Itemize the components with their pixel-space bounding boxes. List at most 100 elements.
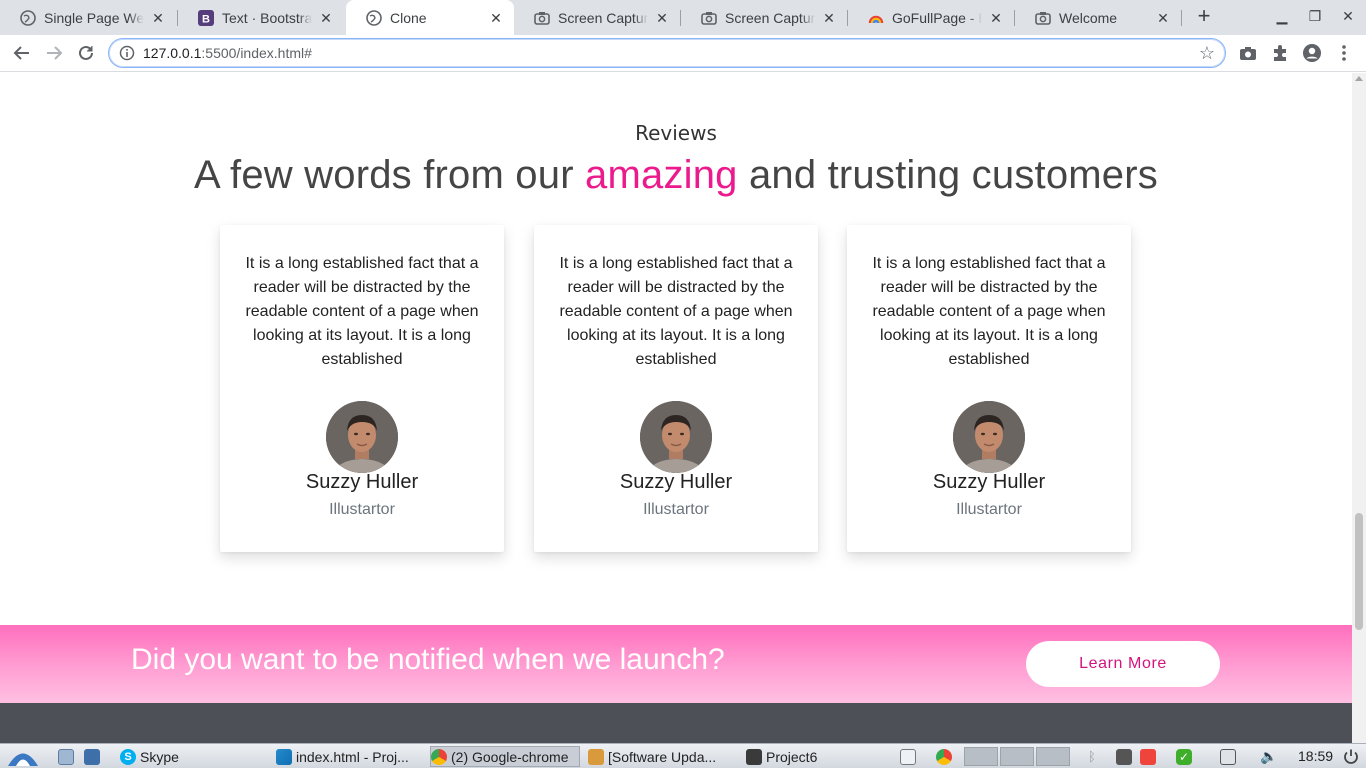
bookmark-star-icon[interactable]: ☆ bbox=[1199, 43, 1215, 64]
workspace-1[interactable] bbox=[964, 747, 998, 766]
reload-icon[interactable] bbox=[74, 41, 98, 65]
display-icon[interactable] bbox=[1220, 746, 1240, 767]
network-manager-icon[interactable] bbox=[84, 746, 104, 767]
gofullpage-icon bbox=[868, 10, 884, 26]
os-taskbar: S Skype index.html - Proj... (2) Google-… bbox=[0, 743, 1366, 768]
camera-icon bbox=[534, 10, 550, 26]
update-check-icon[interactable]: ✓ bbox=[1176, 746, 1196, 767]
review-card: It is a long established fact that a rea… bbox=[847, 225, 1131, 552]
screenshot-camera-icon[interactable] bbox=[1238, 43, 1258, 63]
workspace-2[interactable] bbox=[1000, 747, 1034, 766]
info-icon[interactable] bbox=[119, 45, 135, 61]
show-desktop-icon[interactable] bbox=[58, 746, 78, 767]
reviewer-name: Suzzy Huller bbox=[619, 471, 733, 493]
tab-single-page[interactable]: Single Page We ✕ bbox=[0, 0, 176, 35]
review-card: It is a long established fact that a rea… bbox=[534, 225, 818, 552]
close-icon[interactable]: ✕ bbox=[1155, 10, 1171, 26]
tab-screen-capture-1[interactable]: Screen Capture ✕ bbox=[514, 0, 680, 35]
network-icon[interactable] bbox=[1116, 746, 1136, 767]
tab-bootstrap[interactable]: B Text · Bootstra ✕ bbox=[178, 0, 344, 35]
close-icon[interactable]: ✕ bbox=[988, 10, 1004, 26]
tab-divider bbox=[1181, 10, 1182, 26]
taskbar-item-vscode[interactable]: index.html - Proj... bbox=[276, 746, 426, 767]
skype-icon: S bbox=[120, 748, 136, 765]
reviewer-role: Illustartor bbox=[643, 501, 709, 518]
close-icon[interactable]: ✕ bbox=[821, 10, 837, 26]
window-list-icon[interactable] bbox=[900, 746, 920, 767]
folder-icon bbox=[746, 748, 762, 765]
tab-title: Clone bbox=[390, 9, 427, 26]
taskbar-item-software-updater[interactable]: [Software Upda... bbox=[588, 746, 738, 767]
tab-title: Screen Capture bbox=[725, 9, 815, 26]
reviewer-role: Illustartor bbox=[329, 501, 395, 518]
svg-text:B: B bbox=[202, 13, 210, 25]
reviewer-avatar bbox=[640, 401, 712, 473]
camera-icon bbox=[701, 10, 717, 26]
taskbar-label: Skype bbox=[140, 748, 179, 765]
profile-avatar-icon[interactable] bbox=[1302, 43, 1322, 63]
review-quote: It is a long established fact that a rea… bbox=[872, 255, 1106, 368]
workspace-3[interactable] bbox=[1036, 747, 1070, 766]
tab-clone[interactable]: Clone ✕ bbox=[346, 0, 514, 35]
tray-chrome-icon[interactable] bbox=[936, 746, 956, 767]
url-path: :5500/index.html# bbox=[201, 45, 312, 61]
reviewer-avatar bbox=[326, 401, 398, 473]
banner-text: Did you want to be notified when we laun… bbox=[131, 643, 725, 676]
volume-icon[interactable]: 🔈 bbox=[1260, 746, 1277, 767]
globe-icon bbox=[20, 9, 36, 26]
close-icon[interactable]: ✕ bbox=[150, 10, 166, 26]
review-quote: It is a long established fact that a rea… bbox=[245, 255, 479, 368]
address-url: 127.0.0.1:5500/index.html# bbox=[143, 45, 312, 61]
bootstrap-icon: B bbox=[198, 9, 214, 26]
tab-welcome[interactable]: Welcome ✕ bbox=[1015, 0, 1181, 35]
menu-kebab-icon[interactable] bbox=[1334, 43, 1354, 63]
tab-title: Text · Bootstra bbox=[222, 9, 312, 26]
reviewer-name: Suzzy Huller bbox=[305, 471, 419, 493]
learn-more-button[interactable]: Learn More bbox=[1026, 641, 1220, 687]
scroll-up-arrow-icon[interactable] bbox=[1355, 76, 1363, 81]
taskbar-item-skype[interactable]: S Skype bbox=[120, 746, 260, 767]
taskbar-label: index.html - Proj... bbox=[296, 748, 409, 765]
tab-gofullpage[interactable]: GoFullPage - Fu ✕ bbox=[848, 0, 1014, 35]
reviews-heading: A few words from our amazing and trustin… bbox=[0, 153, 1352, 198]
vscode-icon bbox=[276, 748, 292, 765]
bluetooth-icon[interactable]: ᛒ bbox=[1088, 746, 1096, 767]
minimize-icon[interactable]: ▁ bbox=[1272, 8, 1292, 25]
tab-title: Single Page We bbox=[44, 9, 144, 26]
extensions-puzzle-icon[interactable] bbox=[1270, 43, 1290, 63]
footer-section bbox=[0, 703, 1352, 743]
review-quote: It is a long established fact that a rea… bbox=[559, 255, 793, 368]
window-close-icon[interactable]: ✕ bbox=[1338, 8, 1358, 25]
reviewer-avatar bbox=[953, 401, 1025, 473]
forward-arrow-icon[interactable] bbox=[42, 41, 66, 65]
close-icon[interactable]: ✕ bbox=[654, 10, 670, 26]
browser-toolbar: 127.0.0.1:5500/index.html# ☆ bbox=[0, 35, 1366, 72]
page-scrollbar[interactable] bbox=[1352, 73, 1366, 743]
chrome-icon bbox=[431, 748, 447, 765]
address-bar[interactable]: 127.0.0.1:5500/index.html# ☆ bbox=[108, 38, 1226, 68]
taskbar-label: [Software Upda... bbox=[608, 748, 717, 765]
power-icon[interactable] bbox=[1342, 746, 1360, 767]
heading-text-start: A few words from our bbox=[194, 153, 586, 197]
scrollbar-thumb[interactable] bbox=[1355, 513, 1363, 630]
software-updater-icon bbox=[588, 748, 604, 765]
tab-title: GoFullPage - Fu bbox=[892, 9, 982, 26]
close-icon[interactable]: ✕ bbox=[318, 10, 334, 26]
tab-title: Welcome bbox=[1059, 9, 1118, 26]
camera-icon bbox=[1035, 10, 1051, 26]
tab-screen-capture-2[interactable]: Screen Capture ✕ bbox=[681, 0, 847, 35]
start-menu-icon[interactable] bbox=[6, 746, 40, 767]
close-icon[interactable]: ✕ bbox=[488, 10, 504, 26]
heading-accent-word: amazing bbox=[585, 153, 738, 197]
tab-title: Screen Capture bbox=[558, 9, 648, 26]
taskbar-item-project6[interactable]: Project6 bbox=[746, 746, 886, 767]
restore-icon[interactable]: ❐ bbox=[1305, 8, 1325, 25]
globe-icon bbox=[366, 9, 382, 26]
taskbar-label: Project6 bbox=[766, 748, 818, 765]
reviewer-role: Illustartor bbox=[956, 501, 1022, 518]
new-tab-icon[interactable]: + bbox=[1192, 5, 1216, 29]
back-arrow-icon[interactable] bbox=[10, 41, 34, 65]
anydesk-icon[interactable] bbox=[1140, 746, 1160, 767]
browser-tab-bar: Single Page We ✕ B Text · Bootstra ✕ Clo… bbox=[0, 0, 1366, 35]
taskbar-item-chrome[interactable]: (2) Google-chrome bbox=[430, 746, 580, 767]
